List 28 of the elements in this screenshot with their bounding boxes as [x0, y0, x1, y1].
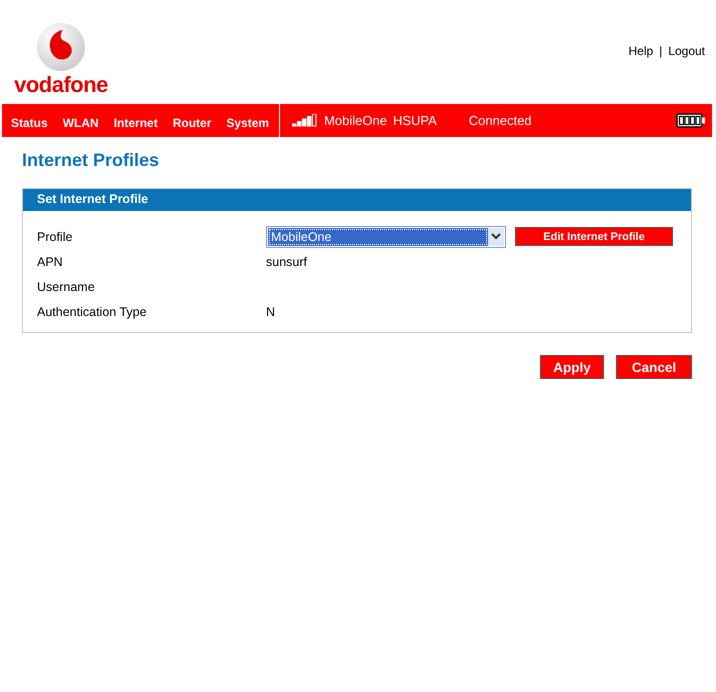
nav-item[interactable]: Internet [104, 112, 158, 130]
field-label: Profile [37, 230, 74, 244]
field-label: APN [37, 254, 64, 268]
operator-name: MobileOne [324, 112, 387, 128]
profile-dropdown[interactable]: MobileOne [266, 226, 506, 248]
header-link[interactable]: Help [628, 44, 654, 60]
field-label: Username [37, 280, 96, 294]
header-link[interactable]: Logout [668, 44, 705, 60]
cancel-button[interactable]: Cancel [616, 355, 692, 379]
nav-item[interactable]: WLAN [54, 112, 99, 130]
nav-item[interactable]: Status [2, 112, 48, 130]
connection-status: Connected [468, 112, 532, 128]
edit-profile-button[interactable]: Edit Internet Profile [515, 227, 673, 246]
logo-text: vodafone [14, 73, 108, 97]
field-value: sunsurf [266, 254, 307, 268]
chevron-down-icon [491, 233, 501, 240]
field-value: N [266, 304, 276, 318]
network-type: HSUPA [392, 112, 437, 128]
battery-icon [676, 113, 706, 128]
apply-button[interactable]: Apply [540, 355, 604, 379]
vodafone-logo-icon [36, 22, 86, 72]
field-label: Authentication Type [37, 304, 148, 318]
page-title: Internet Profiles [22, 150, 160, 172]
nav-item[interactable]: Router [164, 112, 212, 130]
panel-header: Set Internet Profile [23, 189, 691, 211]
signal-icon [292, 114, 318, 128]
nav-item[interactable]: System [217, 112, 270, 130]
link-separator: | [659, 44, 662, 60]
